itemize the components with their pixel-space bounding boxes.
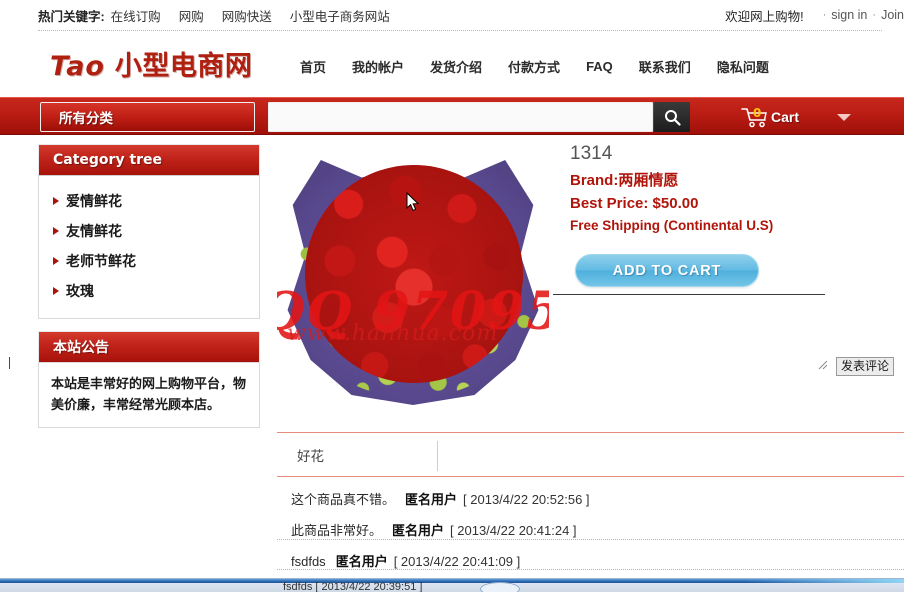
category-tree-body: 爱情鲜花 友情鲜花 老师节鲜花 玫瑰: [38, 175, 260, 319]
product-sku: 1314: [570, 143, 613, 164]
keyword-link-0[interactable]: 在线订购: [111, 6, 161, 25]
top-bar-account-group: 欢迎网上购物! · sign in · Join: [725, 0, 904, 30]
nav-item-faq[interactable]: FAQ: [586, 59, 613, 74]
comment-date: [ 2013/4/22 20:41:09 ]: [393, 554, 521, 569]
cart-label: Cart: [771, 109, 800, 125]
hot-keywords-label: 热门关键字:: [38, 9, 105, 24]
welcome-text: 欢迎网上购物!: [725, 9, 804, 24]
product-price: Best Price: $50.00: [570, 195, 699, 212]
search-button[interactable]: [654, 102, 690, 132]
taskbar-glow: [744, 579, 904, 583]
site-notice-title: 本站公告: [53, 339, 109, 355]
sidebar-item-friendship-flowers[interactable]: 友情鲜花: [39, 216, 259, 246]
category-tree-panel: Category tree 爱情鲜花 友情鲜花 老师节鲜花 玫瑰: [38, 144, 260, 319]
comment-user: 匿名用户: [405, 492, 458, 507]
search-bar: 所有分类 0 Cart: [0, 97, 904, 135]
bouquet-roses: [305, 165, 523, 383]
comment-user: 匿名用户: [335, 554, 388, 569]
sidebar: Category tree 爱情鲜花 友情鲜花 老师节鲜花 玫瑰 本站公告 本站…: [38, 144, 260, 440]
nav-item-shipping-info[interactable]: 发货介绍: [430, 57, 482, 76]
nav-item-privacy[interactable]: 隐私问题: [717, 57, 769, 76]
hot-keywords-group: 热门关键字: 在线订购 网购 网购快送 小型电子商务网站: [38, 6, 408, 25]
cart-icon: 0: [740, 105, 770, 129]
sidebar-item-label: 爱情鲜花: [66, 193, 122, 209]
arrow-right-icon: [53, 227, 59, 235]
os-taskbar[interactable]: fsdfds [ 2013/4/22 20:39:51 ]: [0, 578, 904, 592]
comment-date: [ 2013/4/22 20:52:56 ]: [463, 492, 590, 507]
clipped-comment-row: fsdfds [ 2013/4/22 20:39:51 ]: [283, 581, 423, 592]
review-section: 好花 这个商品真不错。 匿名用户 [ 2013/4/22 20:52:56 ] …: [277, 432, 904, 582]
post-comment-button[interactable]: 发表评论: [836, 357, 895, 376]
comment-user: 匿名用户: [392, 523, 445, 538]
search-icon: [664, 109, 681, 126]
nav-item-my-account[interactable]: 我的帐户: [352, 57, 404, 76]
site-notice-text: 本站是丰常好的网上购物平台，物美价廉，丰常经常光顾本店。: [51, 376, 247, 412]
comment-form: [563, 318, 838, 380]
category-tree-header: Category tree: [38, 144, 260, 175]
arrow-right-icon: [53, 257, 59, 265]
sign-in-link[interactable]: sign in: [831, 8, 867, 22]
top-utility-bar: 热门关键字: 在线订购 网购 网购快送 小型电子商务网站 欢迎网上购物! · s…: [0, 0, 904, 31]
main-navigation: 首页 我的帐户 发货介绍 付款方式 FAQ 联系我们 隐私问题: [300, 57, 769, 76]
keyword-link-2[interactable]: 网购快送: [222, 6, 272, 25]
arrow-right-icon: [53, 197, 59, 205]
category-tree-title: Category tree: [53, 152, 163, 168]
product-info: 1314 Brand:两厢情愿 Best Price: $50.00 Free …: [570, 143, 900, 233]
join-link[interactable]: Join: [881, 8, 904, 22]
keyword-link-1[interactable]: 网购: [179, 6, 204, 25]
comment-input[interactable]: [563, 350, 813, 374]
separator-dot-1: ·: [822, 9, 827, 21]
taskbar-accent-strip: [0, 579, 904, 583]
comment-text: 这个商品真不错。: [291, 492, 396, 507]
arrow-right-icon: [53, 287, 59, 295]
site-notice-header: 本站公告: [38, 331, 260, 362]
keyword-link-3[interactable]: 小型电子商务网站: [290, 6, 390, 25]
cart-button[interactable]: 0 Cart: [740, 98, 852, 136]
chevron-down-icon[interactable]: [837, 113, 852, 121]
page-root: 热门关键字: 在线订购 网购 网购快送 小型电子商务网站 欢迎网上购物! · s…: [0, 0, 904, 592]
separator-dot-2: ·: [872, 9, 877, 21]
comment-text: fsdfds: [291, 554, 326, 569]
text-cursor: [9, 357, 10, 369]
sidebar-item-love-flowers[interactable]: 爱情鲜花: [39, 186, 259, 216]
comment-date: [ 2013/4/22 20:41:24 ]: [450, 523, 577, 538]
product-brand: Brand:两厢情愿: [570, 172, 679, 189]
site-logo[interactable]: Tao 小型电商网: [50, 44, 252, 83]
review-summary-row: 好花: [277, 433, 904, 477]
comment-divider: [277, 539, 904, 540]
cart-count-badge: 0: [753, 106, 762, 120]
nav-item-home[interactable]: 首页: [300, 57, 326, 76]
comment-list: 这个商品真不错。 匿名用户 [ 2013/4/22 20:52:56 ] 此商品…: [277, 477, 904, 582]
sidebar-item-label: 友情鲜花: [66, 223, 122, 239]
sidebar-item-roses[interactable]: 玫瑰: [39, 276, 259, 306]
list-item[interactable]: 此商品非常好。 匿名用户 [ 2013/4/22 20:41:24 ]: [277, 520, 904, 570]
category-select[interactable]: 所有分类: [40, 102, 255, 132]
logo-text-cn: 小型电商网: [114, 51, 253, 82]
category-select-label: 所有分类: [59, 111, 113, 126]
add-to-cart-button[interactable]: ADD TO CART: [575, 254, 759, 287]
product-photo: [277, 143, 549, 421]
top-bar-inner: 热门关键字: 在线订购 网购 网购快送 小型电子商务网站 欢迎网上购物! · s…: [38, 0, 904, 30]
nav-item-payment[interactable]: 付款方式: [508, 57, 560, 76]
product-shipping-note: Free Shipping (Continental U.S): [570, 218, 774, 233]
sidebar-item-teachers-day-flowers[interactable]: 老师节鲜花: [39, 246, 259, 276]
taskbar-window-button[interactable]: [480, 582, 520, 592]
logo-text-en: Tao: [50, 51, 105, 82]
site-notice-body: 本站是丰常好的网上购物平台，物美价廉，丰常经常光顾本店。: [38, 362, 260, 428]
search-input[interactable]: [268, 102, 653, 132]
product-divider: [553, 294, 825, 295]
comment-text: 此商品非常好。: [291, 523, 383, 538]
sidebar-item-label: 老师节鲜花: [66, 253, 136, 269]
sidebar-item-label: 玫瑰: [66, 283, 94, 299]
site-notice-panel: 本站公告 本站是丰常好的网上购物平台，物美价廉，丰常经常光顾本店。: [38, 331, 260, 428]
nav-item-contact-us[interactable]: 联系我们: [639, 57, 691, 76]
review-summary-text: 好花: [297, 448, 324, 464]
list-item[interactable]: 这个商品真不错。 匿名用户 [ 2013/4/22 20:52:56 ]: [277, 489, 904, 520]
site-header: Tao 小型电商网 首页 我的帐户 发货介绍 付款方式 FAQ 联系我们 隐私问…: [0, 31, 904, 97]
product-image[interactable]: QQ 9709560 www.hanhua.com: [277, 143, 549, 421]
review-column-divider: [437, 441, 438, 471]
